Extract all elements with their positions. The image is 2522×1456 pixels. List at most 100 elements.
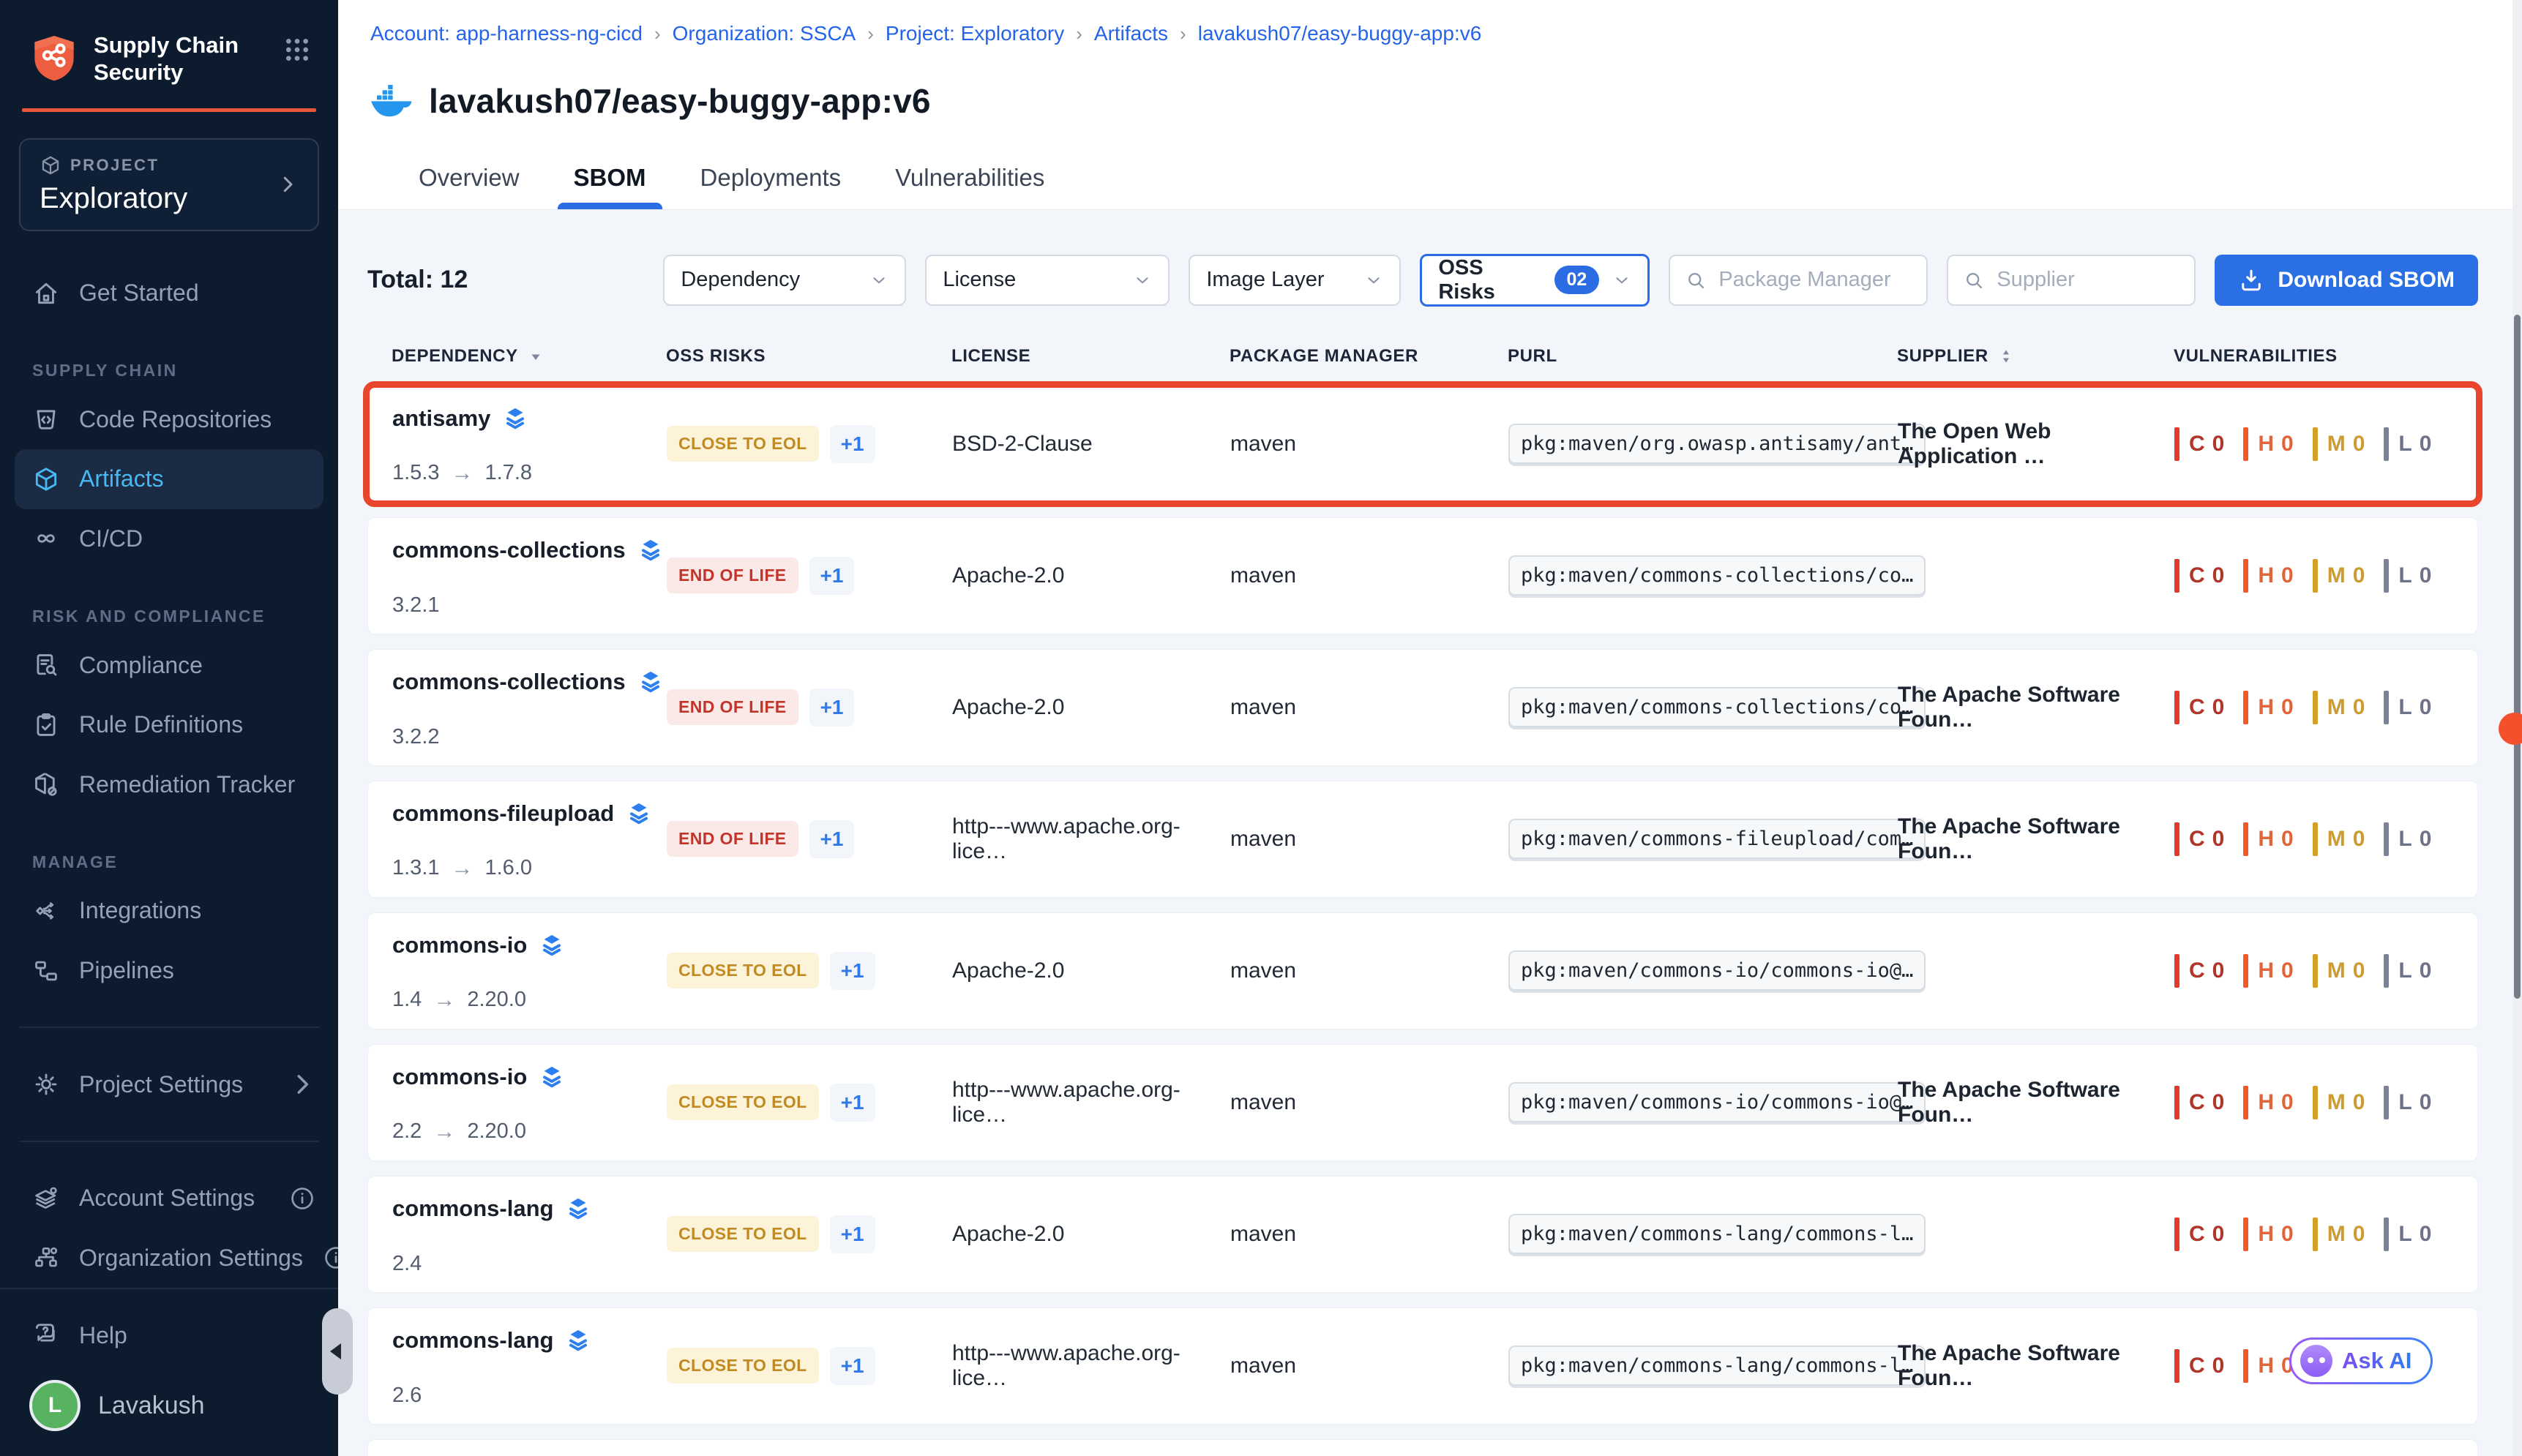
total-count: Total: 12 xyxy=(367,266,468,294)
project-selector[interactable]: PROJECT Exploratory xyxy=(19,138,319,231)
high-bar xyxy=(2243,822,2248,856)
vulnerabilities-cell: C0 H0 M0 L0 xyxy=(2174,691,2453,724)
version-arrow-icon: → xyxy=(433,988,455,1013)
breadcrumb-organization[interactable]: Organization: SSCA xyxy=(673,22,856,45)
scrollbar-thumb[interactable] xyxy=(2514,315,2521,999)
vuln-segment: L0 xyxy=(2384,691,2432,724)
oss-risk-more-chip[interactable]: +1 xyxy=(830,425,875,463)
section-risk-and-compliance: RISK AND COMPLIANCE xyxy=(32,607,338,626)
oss-risks-cell: CLOSE TO EOL +1 xyxy=(667,952,952,990)
sidebar-item-remediation-tracker[interactable]: Remediation Tracker xyxy=(0,755,338,815)
image-layer-filter-dropdown[interactable]: Image Layer xyxy=(1189,255,1401,306)
sidebar-item-code-repositories[interactable]: Code Repositories xyxy=(0,389,338,449)
purl-pill[interactable]: pkg:maven/org.owasp.antisamy/ant… xyxy=(1508,424,1926,464)
oss-risk-more-chip[interactable]: +1 xyxy=(809,820,855,858)
sidebar-item-help[interactable]: Help xyxy=(0,1310,338,1361)
purl-pill[interactable]: pkg:maven/commons-fileupload/com… xyxy=(1508,819,1926,859)
breadcrumb-artifacts[interactable]: Artifacts xyxy=(1094,22,1168,45)
vulnerabilities-cell: C0 H0 M0 L0 xyxy=(2174,1217,2453,1251)
dependency-cell: commons-collections 3.2.1 xyxy=(392,518,667,634)
vuln-segment: L0 xyxy=(2384,559,2432,593)
dependency-cell: commons-collections 3.2.2 xyxy=(392,650,667,765)
purl-pill[interactable]: pkg:maven/commons-collections/co… xyxy=(1508,687,1926,727)
sidebar-item-organization-settings[interactable]: Organization Settings xyxy=(0,1228,338,1288)
breadcrumb-project[interactable]: Project: Exploratory xyxy=(886,22,1064,45)
oss-risk-more-chip[interactable]: +1 xyxy=(830,952,875,990)
table-row[interactable]: commons-fileupload 1.3.1 → 1.6.0 END OF … xyxy=(367,781,2478,898)
table-row[interactable]: commons-collections 3.2.2 END OF LIFE +1… xyxy=(367,649,2478,766)
high-bar xyxy=(2243,1086,2248,1119)
sidebar-item-compliance[interactable]: Compliance xyxy=(0,635,338,695)
vuln-severity-label: H xyxy=(2258,1090,2275,1115)
tab-deployments[interactable]: Deployments xyxy=(700,164,842,209)
package-manager-cell: maven xyxy=(1230,827,1508,852)
low-bar xyxy=(2384,691,2389,724)
license-cell: http---www.apache.org-lice… xyxy=(952,1341,1230,1391)
sidebar-item-pipelines[interactable]: Pipelines xyxy=(0,941,338,1001)
sidebar-item-rule-definitions[interactable]: Rule Definitions xyxy=(0,695,338,755)
breadcrumb-separator: › xyxy=(1076,23,1082,45)
sidebar-item-label: Organization Settings xyxy=(79,1245,303,1272)
table-row[interactable]: commons-collections 3.2.1 END OF LIFE +1… xyxy=(367,517,2478,634)
vulnerabilities-cell: C0 H0 M0 L0 xyxy=(2174,427,2453,461)
table-row[interactable]: commons-lang 2.6 CLOSE TO EOL +1 http---… xyxy=(367,1307,2478,1425)
remediation-tracker-icon xyxy=(32,770,60,798)
purl-pill[interactable]: pkg:maven/commons-lang/commons-l… xyxy=(1508,1346,1926,1386)
oss-risks-filter-dropdown[interactable]: OSS Risks 02 xyxy=(1420,254,1650,307)
dependency-cell: esapi xyxy=(392,1440,667,1456)
tab-sbom[interactable]: SBOM xyxy=(574,164,646,209)
download-sbom-button[interactable]: Download SBOM xyxy=(2215,255,2478,306)
oss-risk-more-chip[interactable]: +1 xyxy=(830,1084,875,1122)
tab-vulnerabilities[interactable]: Vulnerabilities xyxy=(895,164,1044,209)
critical-bar xyxy=(2174,1349,2179,1383)
sidebar-item-artifacts[interactable]: Artifacts xyxy=(15,449,323,509)
high-bar xyxy=(2243,427,2248,461)
table-row[interactable]: esapi END OF LIFE +1 BSD-Creative Common… xyxy=(367,1439,2478,1456)
sidebar-item-project-settings[interactable]: Project Settings xyxy=(0,1054,338,1114)
info-icon[interactable] xyxy=(322,1244,338,1272)
oss-risk-more-chip[interactable]: +1 xyxy=(830,1215,875,1253)
vuln-segment: C0 xyxy=(2174,559,2225,593)
table-row[interactable]: commons-io 2.2 → 2.20.0 CLOSE TO EOL +1 … xyxy=(367,1044,2478,1161)
ask-ai-button[interactable]: Ask AI xyxy=(2289,1337,2433,1384)
tab-overview[interactable]: Overview xyxy=(419,164,520,209)
sidebar-item-label: CI/CD xyxy=(79,525,143,552)
package-manager-search-input[interactable] xyxy=(1717,267,1912,293)
oss-risk-more-chip[interactable]: +1 xyxy=(809,688,855,727)
version-current: 2.2 xyxy=(392,1119,422,1144)
dropdown-label: OSS Risks xyxy=(1438,256,1542,304)
license-cell: Apache-2.0 xyxy=(952,1222,1230,1247)
dependency-filter-dropdown[interactable]: Dependency xyxy=(663,255,906,306)
sidebar-item-integrations[interactable]: Integrations xyxy=(0,881,338,941)
gear-icon xyxy=(32,1070,60,1098)
ask-ai-label: Ask AI xyxy=(2342,1348,2411,1374)
purl-pill[interactable]: pkg:maven/commons-collections/co… xyxy=(1508,555,1926,596)
user-menu[interactable]: L Lavakush xyxy=(0,1361,338,1431)
sidebar-item-get-started[interactable]: Get Started xyxy=(0,263,338,323)
purl-pill[interactable]: pkg:maven/commons-io/commons-io@… xyxy=(1508,1082,1926,1122)
oss-risk-more-chip[interactable]: +1 xyxy=(830,1347,875,1385)
info-icon[interactable] xyxy=(288,1185,316,1212)
supplier-search-input[interactable] xyxy=(1995,267,2179,293)
column-header-dependency[interactable]: DEPENDENCY xyxy=(392,346,666,367)
purl-pill[interactable]: pkg:maven/commons-lang/commons-l… xyxy=(1508,1214,1926,1254)
vuln-segment: L0 xyxy=(2384,1217,2432,1251)
column-header-supplier[interactable]: SUPPLIER xyxy=(1897,346,2174,367)
breadcrumb-account[interactable]: Account: app-harness-ng-cicd xyxy=(370,22,643,45)
app-switcher-grid-icon[interactable] xyxy=(282,35,312,64)
column-label: DEPENDENCY xyxy=(392,346,518,367)
purl-pill[interactable]: pkg:maven/commons-io/commons-io@… xyxy=(1508,950,1926,991)
download-sbom-label: Download SBOM xyxy=(2278,268,2455,293)
sidebar-item-cicd[interactable]: CI/CD xyxy=(0,509,338,569)
layers-icon xyxy=(539,1064,565,1090)
table-row[interactable]: antisamy 1.5.3 → 1.7.8 CLOSE TO EOL +1 B… xyxy=(367,386,2478,503)
license-filter-dropdown[interactable]: License xyxy=(925,255,1170,306)
table-row[interactable]: commons-io 1.4 → 2.20.0 CLOSE TO EOL +1 … xyxy=(367,912,2478,1029)
breadcrumb-artifact-name[interactable]: lavakush07/easy-buggy-app:v6 xyxy=(1198,22,1482,45)
vulnerabilities-cell: C0 H0 M0 L0 xyxy=(2174,954,2453,988)
oss-risk-more-chip[interactable]: +1 xyxy=(809,557,855,595)
sort-icon xyxy=(1997,348,2015,365)
sidebar-item-account-settings[interactable]: Account Settings xyxy=(0,1168,338,1228)
table-row[interactable]: commons-lang 2.4 CLOSE TO EOL +1 Apache-… xyxy=(367,1176,2478,1293)
sidebar-collapse-handle[interactable] xyxy=(322,1308,353,1395)
